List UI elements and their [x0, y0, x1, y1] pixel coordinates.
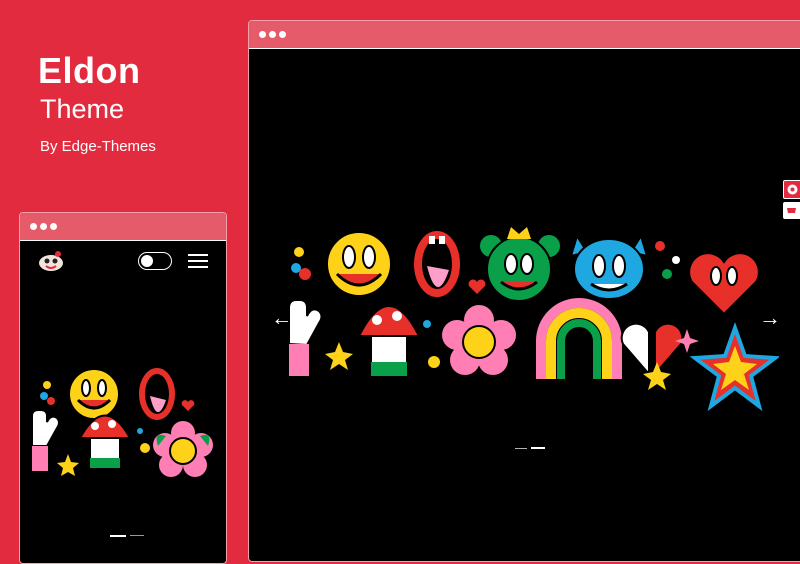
window-dot-icon [30, 223, 37, 230]
mobile-preview-window [19, 212, 227, 564]
brand-title: Eldon [38, 50, 141, 91]
window-dot-icon [259, 31, 266, 38]
brand-byline: By Edge-Themes [40, 138, 156, 155]
hamburger-menu-icon[interactable] [188, 250, 208, 270]
mobile-hero-illustration [31, 366, 213, 477]
life-ring-icon[interactable] [783, 180, 800, 199]
mobile-screen [20, 241, 226, 561]
window-dot-icon [269, 31, 276, 38]
slider-pagination-inactive[interactable] [130, 535, 144, 536]
slider-pagination-active[interactable] [110, 535, 126, 537]
mobile-browser-bar [20, 213, 226, 241]
slider-pagination-active[interactable] [531, 447, 545, 449]
window-dot-icon [40, 223, 47, 230]
logo-icon[interactable] [36, 249, 66, 273]
cart-icon[interactable] [783, 202, 800, 219]
dark-mode-toggle-icon[interactable] [138, 252, 172, 270]
desktop-browser-bar [249, 21, 800, 49]
slider-pagination-inactive[interactable] [515, 448, 527, 449]
brand-subtitle: Theme [40, 94, 125, 124]
window-dot-icon [279, 31, 286, 38]
desktop-hero-illustration [288, 227, 779, 412]
window-dot-icon [50, 223, 57, 230]
desktop-screen: ← → [249, 49, 800, 559]
desktop-preview-window: ← → [248, 20, 800, 562]
